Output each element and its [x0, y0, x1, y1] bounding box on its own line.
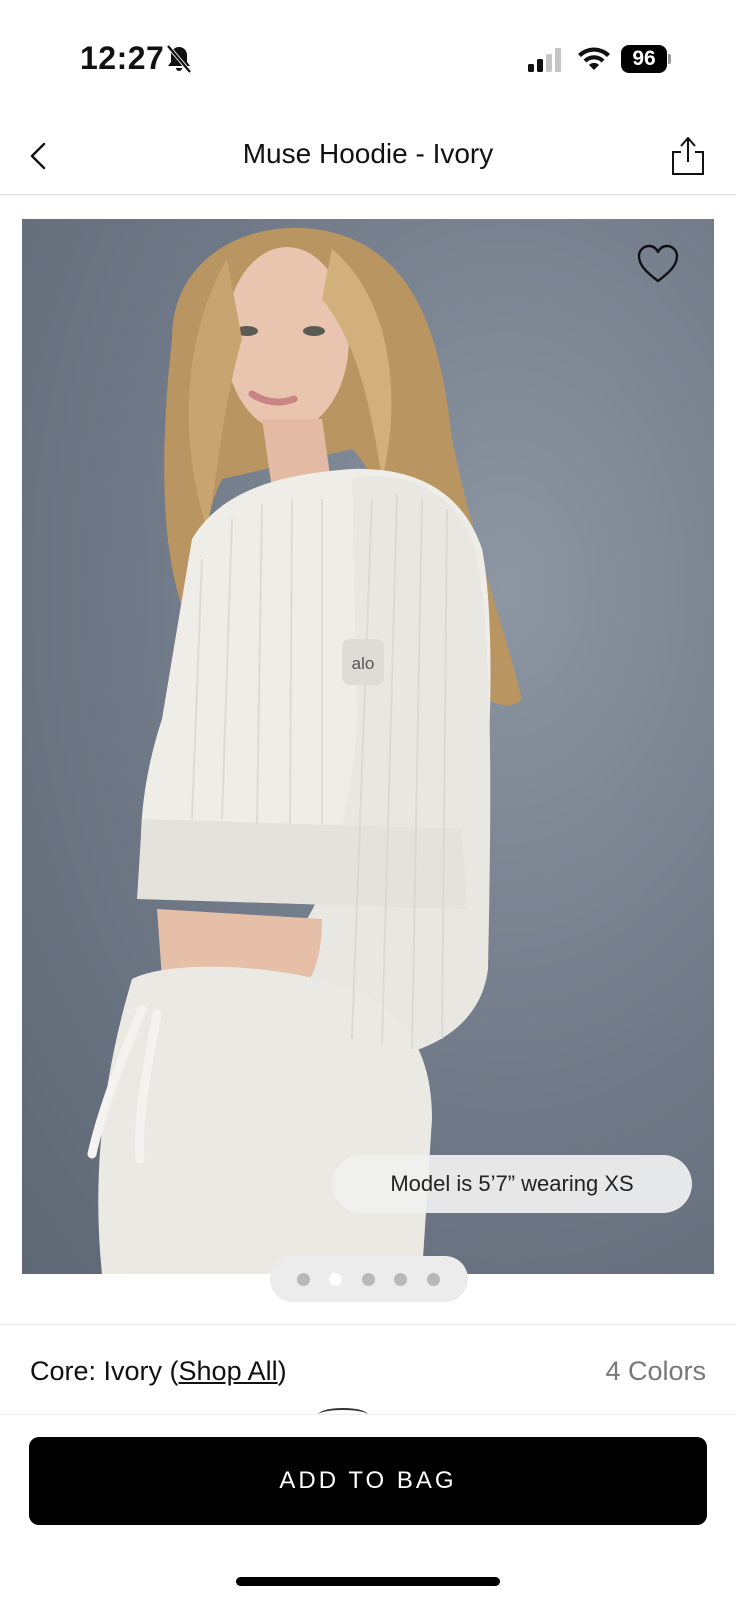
add-to-bag-button[interactable]: ADD TO BAG — [29, 1437, 707, 1525]
battery-tip — [668, 54, 671, 64]
heart-icon[interactable] — [636, 243, 680, 285]
home-indicator[interactable] — [236, 1577, 500, 1586]
color-prefix: Core: Ivory ( — [30, 1356, 179, 1386]
signal-icon — [528, 48, 561, 72]
product-photo: alo — [87, 227, 522, 1274]
pager-dot[interactable] — [394, 1273, 407, 1286]
logo-patch-text: alo — [352, 654, 375, 673]
bottom-action-bar: ADD TO BAG — [0, 1414, 736, 1601]
colors-count[interactable]: 4 Colors — [605, 1356, 706, 1387]
image-pager — [270, 1256, 468, 1302]
pager-dot[interactable] — [297, 1273, 310, 1286]
wifi-icon — [578, 47, 610, 70]
pager-dot-active[interactable] — [329, 1273, 342, 1286]
model-info-badge: Model is 5’7” wearing XS — [332, 1155, 692, 1213]
battery-level: 96 — [621, 45, 667, 73]
color-suffix: ) — [277, 1356, 287, 1386]
battery-icon: 96 — [621, 45, 671, 73]
page-title: Muse Hoodie - Ivory — [242, 138, 494, 169]
status-bar: 12:27 96 — [0, 0, 736, 110]
pager-dot[interactable] — [427, 1273, 440, 1286]
pager-dot[interactable] — [362, 1273, 375, 1286]
navigation-header: Muse Hoodie - Ivory — [0, 120, 736, 195]
shop-all-link[interactable]: Shop All — [179, 1356, 278, 1386]
product-image[interactable]: alo Model is 5’7” wearing XS — [22, 219, 714, 1274]
status-time: 12:27 — [80, 40, 165, 76]
share-icon[interactable] — [668, 134, 708, 178]
section-divider — [0, 1324, 736, 1325]
bell-slash-icon — [166, 44, 192, 74]
color-selector: Core: Ivory (Shop All) 4 Colors — [30, 1356, 706, 1396]
current-color-label: Core: Ivory (Shop All) — [30, 1356, 287, 1387]
back-chevron-icon[interactable] — [20, 136, 60, 176]
